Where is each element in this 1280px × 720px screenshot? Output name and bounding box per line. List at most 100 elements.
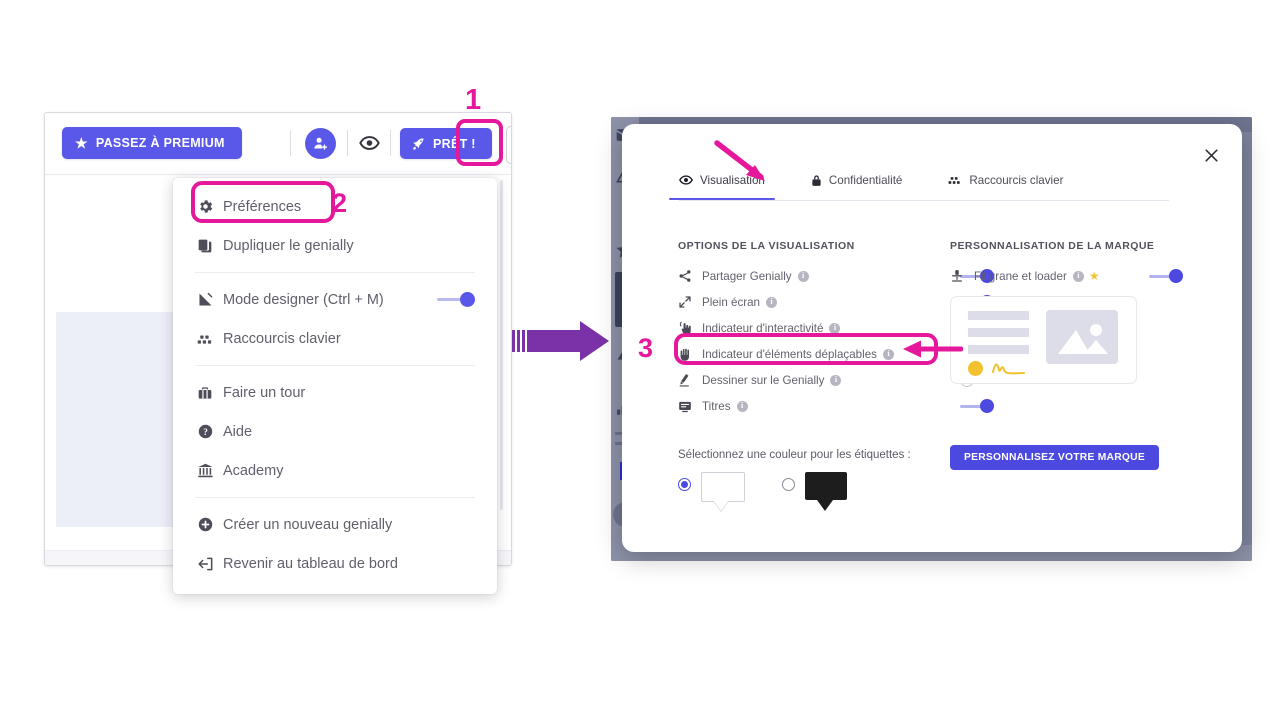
preview-button[interactable] — [355, 129, 383, 157]
plus-circle-icon — [197, 516, 223, 533]
menu-item-create-new[interactable]: Créer un nouveau genially — [173, 505, 497, 544]
tab-confidentialite[interactable]: Confidentialité — [811, 166, 902, 194]
option-row-plein-ecran[interactable]: Plein écran i — [678, 289, 928, 315]
designer-mode-toggle[interactable] — [437, 292, 475, 307]
toolbar-divider-2 — [347, 130, 348, 156]
annotation-arrow-to-tab — [714, 140, 765, 181]
keyboard-shortcuts-icon — [948, 175, 962, 185]
menu-item-label: Raccourcis clavier — [223, 330, 341, 347]
editor-dropdown-menu: Préférences Dupliquer le genially Mode d… — [173, 178, 497, 594]
go-premium-button[interactable]: ★ PASSEZ À PREMIUM — [62, 127, 242, 159]
tab-raccourcis-clavier[interactable]: Raccourcis clavier — [948, 166, 1063, 194]
help-icon: ? — [197, 423, 223, 440]
flow-arrow-icon — [512, 321, 609, 361]
menu-item-label: Faire un tour — [223, 384, 306, 401]
eye-icon — [355, 129, 383, 157]
placeholder-line — [968, 311, 1029, 320]
lock-icon — [811, 174, 822, 187]
menu-item-duplicate[interactable]: Dupliquer le genially — [173, 226, 497, 265]
menu-item-label: Academy — [223, 462, 284, 479]
pencil-icon — [678, 373, 702, 387]
eye-icon — [679, 175, 693, 185]
tab-label: Confidentialité — [828, 173, 903, 187]
share-user-button[interactable] — [305, 128, 336, 159]
option-row-titres[interactable]: Titres i — [678, 393, 928, 419]
signature-scribble-icon — [992, 363, 1025, 375]
watermark-icon — [950, 269, 974, 283]
canvas-scrollbar[interactable] — [500, 180, 503, 510]
annotation-step-2: 2 — [332, 188, 348, 218]
menu-divider — [195, 497, 475, 498]
annotation-arrow-to-toggle — [903, 340, 963, 358]
image-placeholder-icon — [1046, 310, 1118, 364]
option-row-dessiner[interactable]: Dessiner sur le Genially i — [678, 367, 928, 393]
copy-icon — [197, 238, 223, 254]
info-icon[interactable]: i — [766, 296, 778, 308]
menu-item-label: Dupliquer le genially — [223, 237, 354, 254]
info-icon[interactable]: i — [797, 270, 809, 282]
menu-item-help[interactable]: ? Aide — [173, 412, 497, 451]
close-icon[interactable] — [1200, 144, 1222, 166]
toolbar-divider-3 — [390, 130, 391, 156]
menu-item-take-tour[interactable]: Faire un tour — [173, 373, 497, 412]
star-icon: ★ — [1088, 269, 1100, 283]
rocket-icon — [413, 137, 425, 150]
placeholder-line — [968, 345, 1029, 354]
option-label: Filigrane et loader — [974, 269, 1067, 283]
add-user-icon — [305, 128, 336, 159]
menu-item-academy[interactable]: Academy — [173, 451, 497, 490]
black-label-swatch[interactable] — [805, 472, 847, 511]
back-to-dashboard-icon — [197, 556, 223, 572]
annotation-highlight-preferences — [191, 181, 335, 223]
share-icon — [678, 269, 702, 283]
menu-item-label: Créer un nouveau genially — [223, 516, 393, 533]
menu-item-label: Revenir au tableau de bord — [223, 555, 398, 572]
info-icon[interactable]: i — [736, 400, 748, 412]
menu-item-label: Aide — [223, 423, 253, 440]
white-label-swatch[interactable] — [701, 472, 745, 511]
toggle-filigrane-loader[interactable] — [1149, 269, 1183, 283]
fullscreen-icon — [678, 295, 702, 309]
option-label: Dessiner sur le Genially — [702, 373, 825, 387]
black-label-radio[interactable] — [782, 478, 795, 491]
logo-dot — [968, 361, 983, 376]
menu-item-back-to-dashboard[interactable]: Revenir au tableau de bord — [173, 544, 497, 583]
editor-toolbar: ★ PASSEZ À PREMIUM PRÊT ! — [45, 113, 511, 175]
brand-section-title: PERSONNALISATION DE LA MARQUE — [950, 240, 1155, 252]
titles-icon — [678, 400, 702, 413]
hamburger-menu-button[interactable] — [506, 126, 511, 164]
star-icon: ★ — [75, 135, 88, 151]
visualisation-section-title: OPTIONS DE LA VISUALISATION — [678, 240, 855, 252]
info-icon[interactable]: i — [829, 322, 841, 334]
toggle-titres[interactable] — [960, 399, 994, 413]
option-label: Partager Genially — [702, 269, 792, 283]
annotation-highlight-hamburger — [456, 119, 503, 166]
option-label: Titres — [702, 399, 731, 413]
screenshot-stage: ★ PASSEZ À PREMIUM PRÊT ! Préférences Du… — [0, 0, 1280, 720]
toolbar-divider — [290, 130, 291, 156]
menu-divider — [195, 272, 475, 273]
brand-preview-card — [950, 296, 1137, 384]
annotation-step-3: 3 — [638, 333, 654, 363]
annotation-step-1: 1 — [465, 84, 482, 116]
white-label-radio[interactable] — [678, 478, 691, 491]
go-premium-label: PASSEZ À PREMIUM — [95, 136, 225, 150]
academy-icon — [197, 462, 223, 479]
placeholder-line — [968, 328, 1029, 337]
menu-item-designer-mode[interactable]: Mode designer (Ctrl + M) — [173, 280, 497, 319]
tour-icon — [197, 385, 223, 401]
keyboard-shortcuts-icon — [197, 333, 223, 345]
option-row-partager[interactable]: Partager Genially i — [678, 263, 928, 289]
option-label: Plein écran — [702, 295, 761, 309]
info-icon[interactable]: i — [1072, 270, 1084, 282]
info-icon[interactable]: i — [830, 374, 842, 386]
customize-brand-label: PERSONNALISEZ VOTRE MARQUE — [964, 452, 1145, 463]
menu-item-keyboard-shortcuts[interactable]: Raccourcis clavier — [173, 319, 497, 358]
label-color-question: Sélectionnez une couleur pour les étique… — [678, 449, 911, 461]
menu-divider — [195, 365, 475, 366]
svg-text:?: ? — [203, 427, 208, 437]
menu-item-label: Mode designer (Ctrl + M) — [223, 291, 384, 308]
tab-label: Raccourcis clavier — [969, 173, 1064, 187]
customize-brand-button[interactable]: PERSONNALISEZ VOTRE MARQUE — [950, 445, 1159, 470]
designer-mode-icon — [197, 291, 223, 308]
